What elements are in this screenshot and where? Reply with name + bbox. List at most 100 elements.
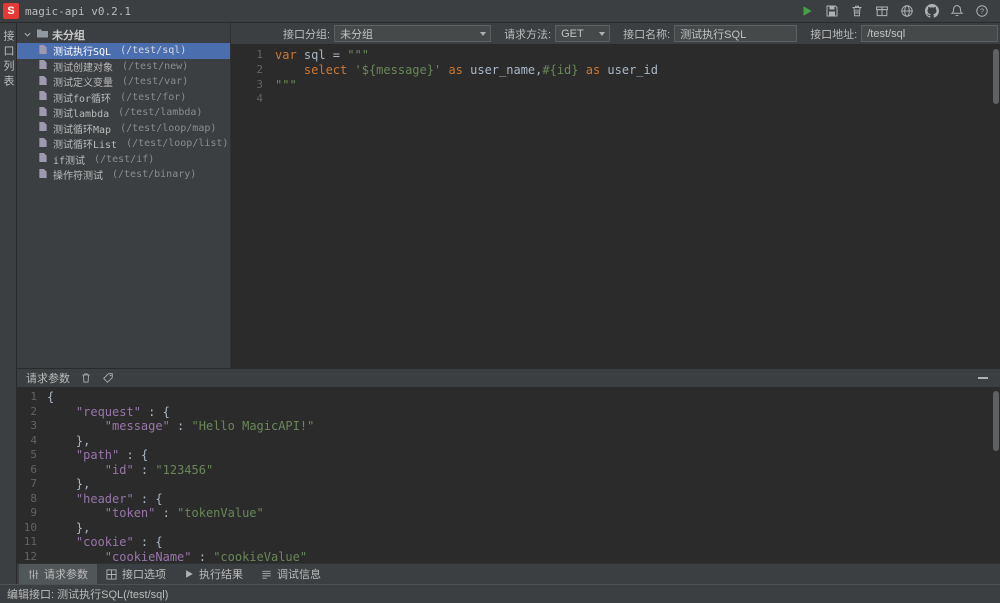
package-icon bbox=[875, 4, 889, 18]
code-text: "header" : { bbox=[47, 492, 163, 507]
code-text: var sql = """ bbox=[275, 48, 369, 63]
tree-item-3[interactable]: 测试for循环(/test/for) bbox=[17, 90, 230, 106]
api-doc-icon bbox=[38, 75, 48, 89]
code-text: select '${message}' as user_name,#{id} a… bbox=[275, 63, 658, 78]
api-doc-icon bbox=[38, 106, 48, 117]
api-path-input[interactable] bbox=[861, 25, 998, 42]
tree-item-path: (/test/if) bbox=[94, 154, 154, 165]
code-text: }, bbox=[47, 434, 90, 449]
globe-button[interactable] bbox=[899, 3, 915, 19]
code-line: 5 "path" : { bbox=[17, 448, 1000, 463]
globe-icon bbox=[900, 4, 914, 18]
script-editor[interactable]: 1var sql = """2 select '${message}' as u… bbox=[231, 45, 1000, 368]
top-section: 未分组 测试执行SQL(/test/sql)测试创建对象(/test/new)测… bbox=[17, 23, 1000, 368]
run-button[interactable] bbox=[799, 3, 815, 19]
tree-item-path: (/test/var) bbox=[122, 76, 188, 87]
tree-item-name: 操作符测试 bbox=[53, 167, 103, 182]
line-number: 5 bbox=[17, 448, 47, 463]
code-line: 4 bbox=[231, 92, 1000, 107]
tab-label: 执行结果 bbox=[199, 566, 243, 582]
method-select-value: GET bbox=[561, 28, 584, 40]
code-line: 4 }, bbox=[17, 434, 1000, 449]
app-window: S magic-api v0.2.1 bbox=[0, 0, 1000, 603]
code-text: """ bbox=[275, 78, 297, 93]
code-line: 8 "header" : { bbox=[17, 492, 1000, 507]
tool-window-tab-api-list[interactable]: 接口列表 bbox=[0, 30, 16, 90]
line-number: 4 bbox=[231, 92, 275, 107]
json-lines: 1{2 "request" : {3 "message" : "Hello Ma… bbox=[17, 390, 1000, 563]
chevron-down-icon[interactable] bbox=[22, 29, 33, 40]
trash-icon bbox=[850, 4, 864, 18]
status-text: 编辑接口: 测试执行SQL(/test/sql) bbox=[7, 586, 168, 602]
line-number: 6 bbox=[17, 463, 47, 478]
svg-text:?: ? bbox=[980, 7, 984, 16]
line-number: 3 bbox=[17, 419, 47, 434]
tree-item-5[interactable]: 测试循环Map(/test/loop/map) bbox=[17, 121, 230, 137]
code-text: }, bbox=[47, 477, 90, 492]
code-line: 10 }, bbox=[17, 521, 1000, 536]
bottom-tab-0[interactable]: 请求参数 bbox=[19, 564, 97, 584]
collapse-panel-button[interactable] bbox=[975, 370, 991, 386]
tree-item-2[interactable]: 测试定义变量(/test/var) bbox=[17, 74, 230, 90]
bottom-tab-2[interactable]: 执行结果 bbox=[175, 564, 252, 584]
code-line: 12 "cookieName" : "cookieValue" bbox=[17, 550, 1000, 564]
notifications-button[interactable] bbox=[949, 3, 965, 19]
tree-item-8[interactable]: 操作符测试 (/test/binary) bbox=[17, 167, 230, 183]
code-line: 3""" bbox=[231, 78, 1000, 93]
help-button[interactable]: ? bbox=[974, 3, 990, 19]
folder-icon bbox=[36, 28, 49, 42]
tab-label: 调试信息 bbox=[277, 566, 321, 582]
tree-root-group[interactable]: 未分组 bbox=[17, 26, 230, 43]
api-name-label: 接口名称: bbox=[623, 26, 670, 42]
api-form-toolbar: 接口分组: 未分组 请求方法: GET 接口名称: bbox=[231, 23, 1000, 45]
line-number: 1 bbox=[231, 48, 275, 63]
package-button[interactable] bbox=[874, 3, 890, 19]
tree-item-0[interactable]: 测试执行SQL(/test/sql) bbox=[17, 43, 230, 59]
github-button[interactable] bbox=[924, 3, 940, 19]
params-scrollbar-thumb[interactable] bbox=[993, 391, 999, 451]
api-doc-icon bbox=[38, 106, 48, 120]
delete-button[interactable] bbox=[849, 3, 865, 19]
play-icon bbox=[800, 4, 814, 18]
format-button[interactable] bbox=[101, 372, 114, 385]
help-icon: ? bbox=[975, 4, 989, 18]
bottom-tab-3[interactable]: 调试信息 bbox=[252, 564, 330, 584]
minus-icon bbox=[978, 377, 988, 379]
tree-item-1[interactable]: 测试创建对象(/test/new) bbox=[17, 59, 230, 75]
script-lines: 1var sql = """2 select '${message}' as u… bbox=[231, 48, 1000, 107]
method-select[interactable]: GET bbox=[555, 25, 610, 42]
code-line: 2 "request" : { bbox=[17, 405, 1000, 420]
api-doc-icon bbox=[38, 44, 48, 58]
api-doc-icon bbox=[38, 59, 48, 73]
group-select[interactable]: 未分组 bbox=[334, 25, 491, 42]
line-number: 10 bbox=[17, 521, 47, 536]
line-number: 4 bbox=[17, 434, 47, 449]
editor-area: 接口分组: 未分组 请求方法: GET 接口名称: bbox=[231, 23, 1000, 368]
code-line: 7 }, bbox=[17, 477, 1000, 492]
line-number: 1 bbox=[17, 390, 47, 405]
editor-scrollbar-thumb[interactable] bbox=[993, 49, 999, 104]
bottom-tabs: 请求参数接口选项 执行结果 调试信息 bbox=[17, 563, 1000, 584]
api-doc-icon bbox=[38, 137, 48, 148]
bottom-panel: 请求参数 1{2 "request" : {3 "message" : "Hel… bbox=[17, 368, 1000, 584]
tree-root-label: 未分组 bbox=[52, 27, 85, 43]
save-button[interactable] bbox=[824, 3, 840, 19]
group-select-value: 未分组 bbox=[340, 26, 373, 42]
tree-item-path: (/test/for) bbox=[120, 92, 186, 103]
tree-item-6[interactable]: 测试循环List(/test/loop/list) bbox=[17, 136, 230, 152]
params-toolbar: 请求参数 bbox=[17, 369, 1000, 387]
api-name-input[interactable] bbox=[674, 25, 797, 42]
api-doc-icon bbox=[38, 59, 48, 70]
tree-item-path: (/test/binary) bbox=[112, 169, 196, 180]
api-doc-icon bbox=[38, 168, 48, 179]
code-text: "id" : "123456" bbox=[47, 463, 213, 478]
api-doc-icon bbox=[38, 44, 48, 55]
code-line: 1var sql = """ bbox=[231, 48, 1000, 63]
request-params-editor[interactable]: 1{2 "request" : {3 "message" : "Hello Ma… bbox=[17, 387, 1000, 563]
tree-item-path: (/test/lambda) bbox=[118, 107, 202, 118]
params-title: 请求参数 bbox=[26, 370, 70, 386]
tree-item-7[interactable]: if测试(/test/if) bbox=[17, 152, 230, 168]
clear-params-button[interactable] bbox=[79, 372, 92, 385]
tree-item-4[interactable]: 测试lambda(/test/lambda) bbox=[17, 105, 230, 121]
bottom-tab-1[interactable]: 接口选项 bbox=[97, 564, 175, 584]
